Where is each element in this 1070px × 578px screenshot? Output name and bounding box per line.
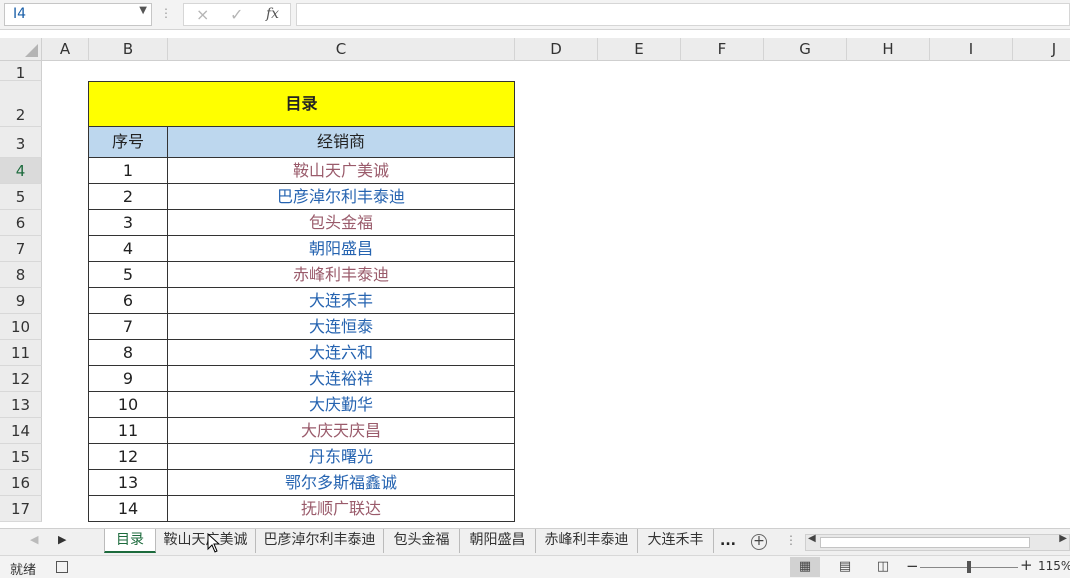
header-index[interactable]: 序号	[88, 127, 168, 158]
grid-view-icon[interactable]: ▦	[790, 557, 820, 577]
dealer-link[interactable]: 大连裕祥	[168, 366, 515, 392]
row-header-8[interactable]: 8	[0, 262, 42, 288]
dealer-link[interactable]: 鞍山天广美诚	[168, 158, 515, 184]
select-all-corner[interactable]	[0, 38, 42, 61]
sheet-tab-1[interactable]: 鞍山天广美诚	[156, 529, 256, 553]
dealer-link[interactable]: 大连恒泰	[168, 314, 515, 340]
column-header-h[interactable]: H	[847, 38, 930, 61]
dealer-index[interactable]: 9	[88, 366, 168, 392]
row-header-5[interactable]: 5	[0, 184, 42, 210]
column-header-j[interactable]: J	[1013, 38, 1070, 61]
sheet-tab-bar: ◀ ▶ 目录 鞍山天广美诚 巴彦淖尔利丰泰迪 包头金福 朝阳盛昌 赤峰利丰泰迪 …	[0, 528, 1070, 555]
row-header-9[interactable]: 9	[0, 288, 42, 314]
dealer-index[interactable]: 2	[88, 184, 168, 210]
column-header-c[interactable]: C	[168, 38, 515, 61]
dealer-link[interactable]: 丹东曙光	[168, 444, 515, 470]
sheet-tab-2[interactable]: 巴彦淖尔利丰泰迪	[256, 529, 384, 553]
row-header-2[interactable]: 2	[0, 81, 42, 127]
name-box-value: I4	[13, 6, 27, 22]
name-box[interactable]: I4 ▼	[4, 3, 152, 26]
close-icon[interactable]: ×	[196, 5, 209, 24]
dealer-link[interactable]: 大连六和	[168, 340, 515, 366]
scroll-left-icon[interactable]: ◀	[808, 533, 816, 544]
dealer-index[interactable]: 6	[88, 288, 168, 314]
scrollbar-thumb[interactable]	[820, 537, 1030, 548]
dealer-index[interactable]: 11	[88, 418, 168, 444]
dealer-link[interactable]: 朝阳盛昌	[168, 236, 515, 262]
dealer-link[interactable]: 抚顺广联达	[168, 496, 515, 522]
dealer-index[interactable]: 5	[88, 262, 168, 288]
more-tabs-button[interactable]: ...	[720, 529, 736, 553]
row-header-12[interactable]: 12	[0, 366, 42, 392]
dealer-link[interactable]: 巴彦淖尔利丰泰迪	[168, 184, 515, 210]
dealer-link[interactable]: 包头金福	[168, 210, 515, 236]
dealer-index[interactable]: 13	[88, 470, 168, 496]
row-header-7[interactable]: 7	[0, 236, 42, 262]
mouse-cursor-icon	[207, 533, 221, 553]
check-icon[interactable]: ✓	[230, 5, 243, 24]
page-layout-icon[interactable]: ▤	[830, 557, 860, 577]
dealer-index[interactable]: 3	[88, 210, 168, 236]
sheet-tab-6[interactable]: 大连禾丰	[638, 529, 714, 553]
row-header-11[interactable]: 11	[0, 340, 42, 366]
status-ready: 就绪	[10, 563, 37, 578]
row-header-17[interactable]: 17	[0, 496, 42, 522]
formula-bar-grip-icon[interactable]: ⋮	[160, 6, 172, 20]
scroll-right-icon[interactable]: ▶	[1059, 533, 1067, 544]
row-header-13[interactable]: 13	[0, 392, 42, 418]
formula-tools: × ✓ fx	[183, 3, 291, 26]
row-header-3[interactable]: 3	[0, 127, 42, 158]
macro-record-icon[interactable]	[56, 561, 68, 573]
formula-bar: I4 ▼ ⋮ × ✓ fx	[0, 0, 1070, 30]
select-all-triangle-icon	[25, 44, 38, 57]
zoom-slider-thumb[interactable]	[967, 561, 971, 573]
dealer-link[interactable]: 鄂尔多斯福鑫诚	[168, 470, 515, 496]
row-header-15[interactable]: 15	[0, 444, 42, 470]
dealer-link[interactable]: 大庆天庆昌	[168, 418, 515, 444]
dealer-index[interactable]: 4	[88, 236, 168, 262]
dealer-index[interactable]: 10	[88, 392, 168, 418]
column-header-a[interactable]: A	[42, 38, 89, 61]
dealer-index[interactable]: 14	[88, 496, 168, 522]
dealer-link[interactable]: 赤峰利丰泰迪	[168, 262, 515, 288]
status-bar: 就绪 ▦ ▤ ◫ − + 115%	[0, 555, 1070, 578]
sheet-tab-catalog[interactable]: 目录	[104, 529, 156, 553]
row-header-16[interactable]: 16	[0, 470, 42, 496]
column-header-g[interactable]: G	[764, 38, 847, 61]
sheet-tab-5[interactable]: 赤峰利丰泰迪	[536, 529, 638, 553]
zoom-in-button[interactable]: +	[1020, 556, 1033, 574]
row-header-14[interactable]: 14	[0, 418, 42, 444]
add-sheet-icon[interactable]: +	[751, 534, 767, 550]
column-header-i[interactable]: I	[930, 38, 1013, 61]
formula-input[interactable]	[296, 3, 1070, 26]
scroll-split-grip-icon[interactable]: ⋮	[785, 533, 797, 547]
dealer-index[interactable]: 12	[88, 444, 168, 470]
column-header-e[interactable]: E	[598, 38, 681, 61]
zoom-level[interactable]: 115%	[1038, 559, 1070, 573]
table-title[interactable]: 目录	[88, 81, 515, 127]
column-header-d[interactable]: D	[515, 38, 598, 61]
row-header-1[interactable]: 1	[0, 61, 42, 82]
dealer-index[interactable]: 1	[88, 158, 168, 184]
chevron-down-icon[interactable]: ▼	[139, 5, 147, 16]
dealer-index[interactable]: 7	[88, 314, 168, 340]
column-header-f[interactable]: F	[681, 38, 764, 61]
dealer-link[interactable]: 大庆勤华	[168, 392, 515, 418]
row-header-4[interactable]: 4	[0, 158, 42, 184]
column-header-b[interactable]: B	[89, 38, 168, 61]
dealer-link[interactable]: 大连禾丰	[168, 288, 515, 314]
horizontal-scrollbar[interactable]: ◀ ▶	[805, 533, 1070, 551]
sheet-tab-3[interactable]: 包头金福	[384, 529, 460, 553]
tab-scroll-left-icon[interactable]: ◀	[30, 533, 38, 546]
tab-scroll-right-icon[interactable]: ▶	[58, 533, 66, 546]
fx-icon[interactable]: fx	[266, 6, 279, 22]
row-header-10[interactable]: 10	[0, 314, 42, 340]
zoom-out-button[interactable]: −	[906, 557, 919, 575]
dealer-index[interactable]: 8	[88, 340, 168, 366]
header-dealer[interactable]: 经销商	[168, 127, 515, 158]
page-break-icon[interactable]: ◫	[868, 557, 898, 577]
worksheet-grid[interactable]: A B C D E F G H I J 1 2 3 4 5 6 7 8 9 10…	[0, 38, 1070, 528]
row-header-6[interactable]: 6	[0, 210, 42, 236]
sheet-tab-4[interactable]: 朝阳盛昌	[460, 529, 536, 553]
